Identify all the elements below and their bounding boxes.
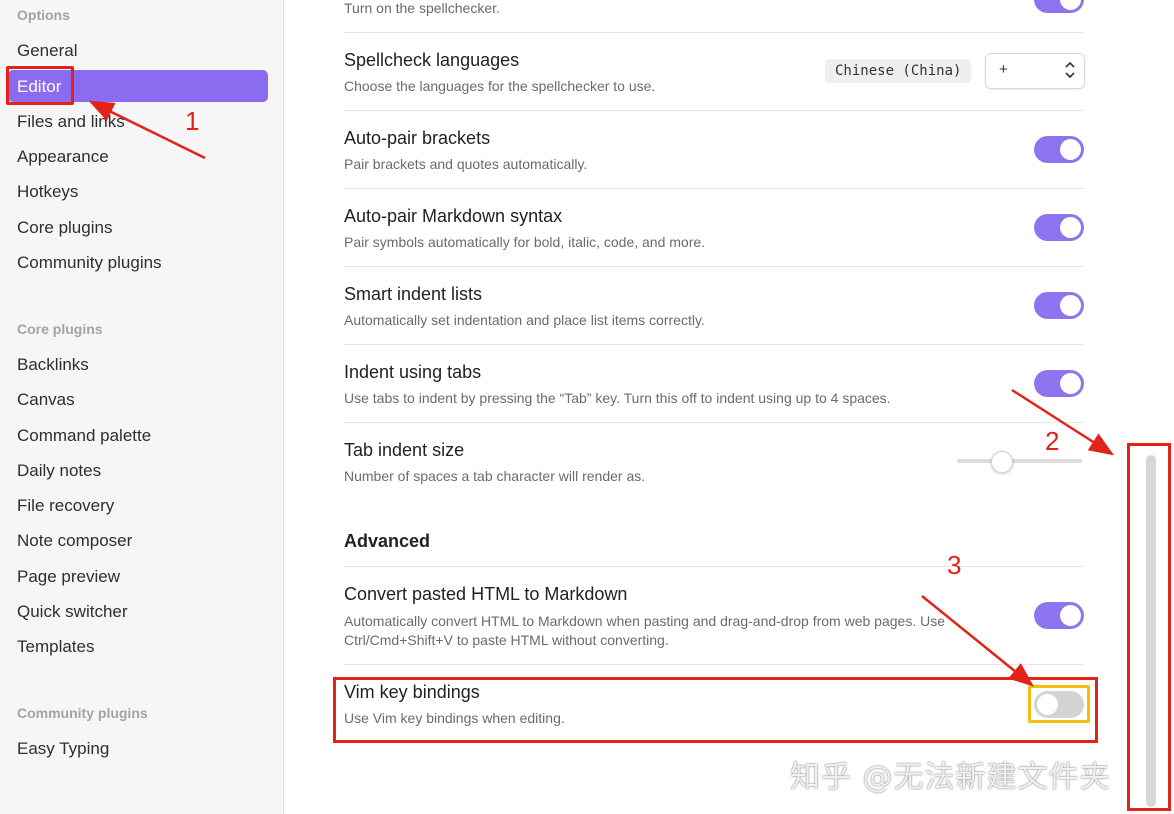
divider: [344, 188, 1084, 189]
language-chip[interactable]: Chinese (China): [825, 59, 972, 83]
sidebar-item-files-and-links[interactable]: Files and links: [17, 112, 125, 132]
auto-pair-markdown-toggle[interactable]: [1034, 214, 1084, 241]
auto-pair-brackets-toggle[interactable]: [1034, 136, 1084, 163]
convert-html-toggle[interactable]: [1034, 602, 1084, 629]
tab-indent-size-title: Tab indent size: [344, 440, 465, 460]
arrow-3: [921, 595, 1034, 687]
toggle-knob: [1060, 295, 1081, 316]
chevron-up-down-icon: [1065, 59, 1075, 83]
toggle-knob: [1060, 139, 1081, 160]
auto-pair-markdown-title: Auto-pair Markdown syntax: [344, 206, 563, 226]
spellcheck-desc: Turn on the spellchecker.: [344, 0, 500, 16]
sidebar-heading-options: Options: [17, 7, 70, 23]
sidebar-item-backlinks[interactable]: Backlinks: [17, 355, 89, 375]
annotation-box-vim-toggle: [1028, 685, 1090, 723]
convert-html-desc-line1: Automatically convert HTML to Markdown w…: [344, 613, 945, 629]
sidebar-item-file-recovery[interactable]: File recovery: [17, 496, 114, 516]
sidebar-item-appearance[interactable]: Appearance: [17, 147, 109, 167]
add-language-value: +: [999, 61, 1008, 78]
divider: [344, 344, 1084, 345]
toggle-knob: [1060, 605, 1081, 626]
annotation-label-3: 3: [947, 550, 962, 580]
indent-tabs-title: Indent using tabs: [344, 362, 482, 382]
toggle-knob: [1060, 0, 1081, 10]
tab-indent-size-desc: Number of spaces a tab character will re…: [344, 468, 646, 484]
watermark-text: 知乎 @无法新建文件夹: [790, 760, 1111, 795]
sidebar-item-core-plugins[interactable]: Core plugins: [17, 218, 112, 238]
auto-pair-markdown-desc: Pair symbols automatically for bold, ita…: [344, 234, 706, 250]
annotation-box-scrollbar: [1127, 443, 1171, 811]
divider: [344, 566, 1084, 567]
divider: [344, 32, 1084, 33]
settings-sidebar: Options General Editor Files and links A…: [0, 0, 284, 814]
annotation-label-1: 1: [185, 106, 200, 136]
toggle-knob: [1060, 217, 1081, 238]
sidebar-heading-core-plugins: Core plugins: [17, 321, 103, 337]
spellcheck-toggle[interactable]: [1034, 0, 1084, 13]
divider: [344, 110, 1084, 111]
sidebar-item-quick-switcher[interactable]: Quick switcher: [17, 602, 128, 622]
annotation-label-2: 2: [1045, 426, 1060, 456]
sidebar-item-hotkeys[interactable]: Hotkeys: [17, 182, 78, 202]
indent-tabs-toggle[interactable]: [1034, 370, 1084, 397]
sidebar-item-easy-typing[interactable]: Easy Typing: [17, 739, 109, 759]
sidebar-item-canvas[interactable]: Canvas: [17, 390, 75, 410]
sidebar-heading-community-plugins: Community plugins: [17, 705, 148, 721]
divider: [344, 664, 1084, 665]
sidebar-item-note-composer[interactable]: Note composer: [17, 531, 132, 551]
divider: [344, 422, 1084, 423]
smart-indent-desc: Automatically set indentation and place …: [344, 312, 705, 328]
smart-indent-toggle[interactable]: [1034, 292, 1084, 319]
slider-handle[interactable]: [991, 451, 1013, 473]
sidebar-item-daily-notes[interactable]: Daily notes: [17, 461, 101, 481]
sidebar-item-community-plugins[interactable]: Community plugins: [17, 253, 162, 273]
sidebar-item-general[interactable]: General: [17, 41, 77, 61]
convert-html-title: Convert pasted HTML to Markdown: [344, 584, 628, 604]
sidebar-item-page-preview[interactable]: Page preview: [17, 567, 120, 587]
tab-indent-size-slider[interactable]: [957, 459, 1082, 463]
auto-pair-brackets-desc: Pair brackets and quotes automatically.: [344, 156, 588, 172]
add-language-select[interactable]: +: [985, 53, 1085, 89]
indent-tabs-desc: Use tabs to indent by pressing the “Tab”…: [344, 390, 891, 406]
sidebar-item-templates[interactable]: Templates: [17, 637, 94, 657]
convert-html-desc-line2: Ctrl/Cmd+Shift+V to paste HTML without c…: [344, 632, 669, 648]
advanced-heading: Advanced: [344, 531, 431, 551]
spellcheck-languages-desc: Choose the languages for the spellchecke…: [344, 78, 656, 94]
annotation-box-vim: [333, 677, 1098, 743]
annotation-box-editor: [6, 66, 74, 105]
sidebar-item-command-palette[interactable]: Command palette: [17, 426, 151, 446]
divider: [344, 266, 1084, 267]
auto-pair-brackets-title: Auto-pair brackets: [344, 128, 491, 148]
smart-indent-title: Smart indent lists: [344, 284, 483, 304]
spellcheck-languages-title: Spellcheck languages: [344, 50, 520, 70]
toggle-knob: [1060, 373, 1081, 394]
